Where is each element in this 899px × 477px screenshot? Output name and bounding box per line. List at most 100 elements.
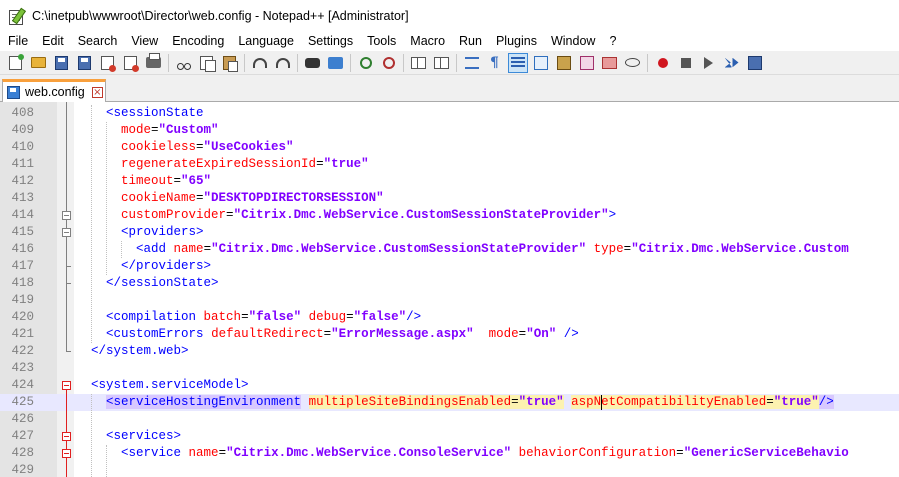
code-line[interactable]: 414 customProvider="Citrix.Dmc.WebServic… — [0, 207, 899, 224]
code-line[interactable]: 416 <add name="Citrix.Dmc.WebService.Cus… — [0, 241, 899, 258]
fold-toggle-icon[interactable] — [62, 381, 71, 390]
menu-language[interactable]: Language — [231, 31, 301, 51]
word-wrap-button[interactable] — [463, 54, 481, 72]
save-all-button[interactable] — [76, 54, 94, 72]
new-file-button[interactable] — [7, 53, 25, 72]
tab-web-config[interactable]: web.config × — [2, 79, 106, 102]
redo-button[interactable] — [274, 54, 292, 72]
code-line[interactable]: 411 regenerateExpiredSessionId="true" — [0, 156, 899, 173]
code-line[interactable]: 418 </sessionState> — [0, 275, 899, 292]
macro-play-button[interactable] — [700, 54, 718, 72]
menu-help[interactable]: ? — [602, 31, 623, 51]
menu-settings[interactable]: Settings — [301, 31, 360, 51]
line-number: 413 — [11, 191, 34, 205]
sync-horizontal-button[interactable] — [433, 54, 451, 72]
code-line[interactable]: 408 <sessionState — [0, 105, 899, 122]
zoom-in-button[interactable] — [357, 54, 375, 72]
cut-button[interactable] — [175, 54, 193, 72]
menu-search[interactable]: Search — [71, 31, 125, 51]
code-line[interactable]: 410 cookieless="UseCookies" — [0, 139, 899, 156]
menu-macro[interactable]: Macro — [403, 31, 452, 51]
replace-button[interactable] — [327, 54, 345, 72]
fold-line — [66, 102, 67, 352]
menu-encoding[interactable]: Encoding — [165, 31, 231, 51]
macro-stop-icon — [680, 57, 691, 68]
undo-icon — [252, 57, 267, 68]
tab-close-icon[interactable]: × — [91, 86, 103, 98]
fold-end-marker — [66, 351, 71, 352]
fold-end-marker — [66, 283, 71, 284]
code-line[interactable]: 415 <providers> — [0, 224, 899, 241]
code-text: regenerateExpiredSessionId="true" — [121, 157, 369, 171]
indent-guide — [91, 394, 92, 477]
sync-vertical-button[interactable] — [410, 54, 428, 72]
folder-workspace-icon — [602, 56, 617, 69]
line-number: 426 — [11, 412, 34, 426]
show-all-chars-button[interactable]: ¶ — [486, 54, 504, 72]
indent-guide-icon — [510, 56, 525, 69]
toolbar-separator — [244, 53, 245, 72]
code-line[interactable]: 428 <service name="Citrix.Dmc.WebService… — [0, 445, 899, 462]
code-line[interactable]: 424 <system.serviceModel> — [0, 377, 899, 394]
copy-icon — [200, 55, 216, 72]
menu-file[interactable]: File — [0, 31, 35, 51]
fold-toggle-icon[interactable] — [62, 228, 71, 237]
fold-toggle-icon[interactable] — [62, 432, 71, 441]
code-line[interactable]: 419 — [0, 292, 899, 309]
line-number: 417 — [11, 259, 34, 273]
menu-run[interactable]: Run — [452, 31, 489, 51]
close-button[interactable] — [99, 54, 117, 72]
function-list-button[interactable] — [578, 54, 596, 72]
new-file-icon — [9, 53, 24, 70]
line-number: 419 — [11, 293, 34, 307]
text-caret — [601, 395, 602, 410]
code-line[interactable]: 422 </system.web> — [0, 343, 899, 360]
close-all-button[interactable] — [122, 54, 140, 72]
zoom-out-icon — [382, 56, 395, 69]
print-button[interactable] — [145, 53, 163, 72]
find-button[interactable] — [304, 54, 322, 72]
toolbar-separator — [168, 53, 169, 72]
paste-button[interactable] — [221, 54, 239, 72]
save-button[interactable] — [53, 54, 71, 72]
line-number: 416 — [11, 242, 34, 256]
code-line[interactable]: 413 cookieName="DESKTOPDIRECTORSESSION" — [0, 190, 899, 207]
monitoring-button[interactable] — [624, 54, 642, 72]
menu-plugins[interactable]: Plugins — [489, 31, 544, 51]
code-line[interactable]: 412 timeout="65" — [0, 173, 899, 190]
code-line[interactable]: 417 </providers> — [0, 258, 899, 275]
doc-map-button[interactable] — [555, 54, 573, 72]
open-folder-button[interactable] — [30, 54, 48, 72]
macro-stop-button[interactable] — [677, 54, 695, 72]
zoom-out-button[interactable] — [380, 54, 398, 72]
sync-vertical-icon — [411, 56, 426, 69]
code-line[interactable]: 426 — [0, 411, 899, 428]
fold-toggle-icon[interactable] — [62, 449, 71, 458]
user-language-button[interactable] — [532, 54, 550, 72]
code-line[interactable]: 425 <serviceHostingEnvironment multipleS… — [0, 394, 899, 411]
close-all-icon — [124, 55, 139, 72]
code-line[interactable]: 423 — [0, 360, 899, 377]
macro-record-button[interactable] — [654, 54, 672, 72]
print-icon — [146, 53, 161, 68]
indent-guide-button[interactable] — [507, 52, 528, 73]
code-line[interactable]: 421 <customErrors defaultRedirect="Error… — [0, 326, 899, 343]
menu-edit[interactable]: Edit — [35, 31, 71, 51]
menu-tools[interactable]: Tools — [360, 31, 403, 51]
copy-button[interactable] — [198, 54, 216, 72]
undo-button[interactable] — [251, 54, 269, 72]
code-line[interactable]: 427 <services> — [0, 428, 899, 445]
line-number: 428 — [11, 446, 34, 460]
show-all-chars-icon: ¶ — [490, 54, 499, 71]
menu-window[interactable]: Window — [544, 31, 602, 51]
macro-play-multiple-button[interactable] — [723, 54, 741, 72]
folder-workspace-button[interactable] — [601, 54, 619, 72]
menu-view[interactable]: View — [124, 31, 165, 51]
macro-save-button[interactable] — [746, 54, 764, 72]
code-line[interactable]: 420 <compilation batch="false" debug="fa… — [0, 309, 899, 326]
code-line[interactable]: 409 mode="Custom" — [0, 122, 899, 139]
tab-bar: web.config × — [0, 75, 899, 102]
fold-toggle-icon[interactable] — [62, 211, 71, 220]
code-line[interactable]: 429 — [0, 462, 899, 477]
editor-area[interactable]: 408 <sessionState 409 mode="Custom" 410 co… — [0, 102, 899, 477]
